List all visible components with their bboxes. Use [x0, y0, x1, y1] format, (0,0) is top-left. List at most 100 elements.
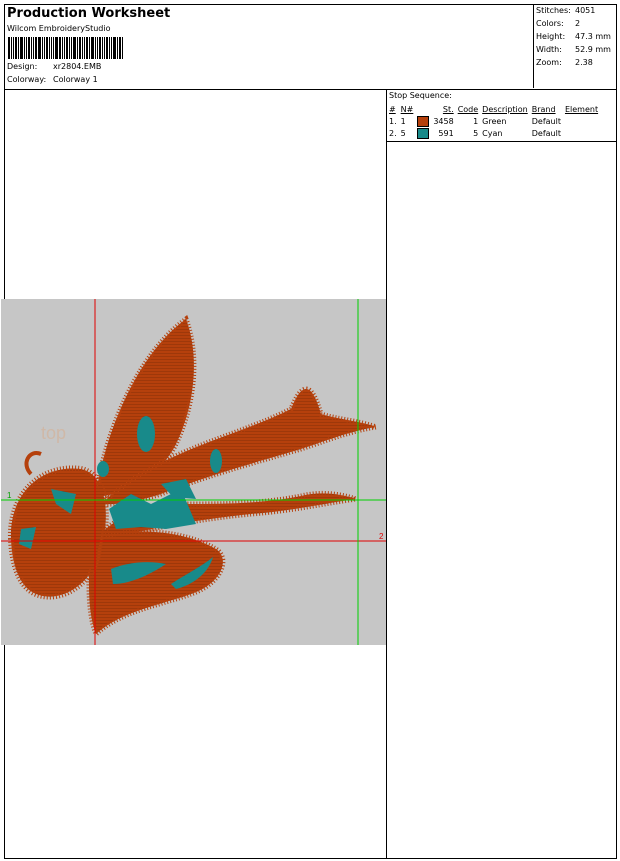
stat-zoom: Zoom: 2.38 — [536, 58, 593, 67]
page-title: Production Worksheet — [7, 6, 171, 21]
row-code: 5 — [473, 128, 479, 138]
stat-value: 2.38 — [575, 58, 593, 67]
barcode-bar — [11, 37, 12, 59]
barcode-bar — [69, 37, 70, 59]
barcode-bar — [91, 37, 94, 59]
barcode-bar — [86, 37, 88, 59]
barcode-bar — [111, 37, 112, 59]
barcode-bar — [73, 37, 76, 59]
barcode-bar — [122, 37, 123, 59]
stat-width: Width: 52.9 mm — [536, 45, 611, 54]
table-row: 2. 5 591 5 Cyan Default — [387, 127, 600, 139]
row-description: Green — [482, 116, 507, 126]
col-header: St. — [442, 104, 454, 114]
stop-sequence-panel: Stop Sequence: # N# St. Code Description… — [387, 89, 616, 142]
row-index: 2. — [389, 128, 397, 138]
row-index: 1. — [389, 116, 397, 126]
barcode-bar — [26, 37, 27, 59]
barcode-bar — [89, 37, 90, 59]
barcode-bar — [44, 37, 45, 59]
barcode-bar — [49, 37, 50, 59]
marker-1: 1 — [7, 491, 12, 500]
design-label: Design: — [7, 62, 38, 71]
barcode-bar — [84, 37, 85, 59]
stat-value: 4051 — [575, 6, 596, 15]
stat-colors: Colors: 2 — [536, 19, 580, 28]
barcode-bar — [64, 37, 65, 59]
barcode-bar — [79, 37, 81, 59]
barcode-bar — [53, 37, 54, 59]
worksheet-sheet: Production Worksheet Wilcom EmbroiderySt… — [1, 4, 617, 859]
barcode-bar — [35, 37, 37, 59]
barcode-bar — [66, 37, 68, 59]
color-swatch-icon — [417, 127, 430, 139]
barcode-bar — [31, 37, 32, 59]
barcode-bar — [106, 37, 108, 59]
barcode-icon — [8, 37, 130, 59]
row-color-swatch — [415, 127, 431, 139]
row-brand: Default — [531, 128, 561, 138]
barcode-bar — [33, 37, 34, 59]
stat-label: Colors: — [536, 19, 564, 28]
barcode-bar — [62, 37, 63, 59]
row-needle: 5 — [400, 128, 406, 138]
col-header: Description — [482, 104, 528, 114]
barcode-bar — [8, 37, 10, 59]
colorway-label: Colorway: — [7, 75, 47, 84]
barcode-bar — [24, 37, 25, 59]
marker-2: 2 — [379, 532, 384, 541]
barcode-bar — [113, 37, 116, 59]
col-header: Element — [564, 104, 599, 114]
barcode-bar — [13, 37, 14, 59]
design-value: xr2804.EMB — [53, 62, 102, 71]
stat-label: Height: — [536, 32, 566, 41]
barcode-bar — [59, 37, 61, 59]
design-preview-column: top 1 2 — [1, 89, 387, 858]
design-curl — [24, 451, 42, 476]
row-stitches: 591 — [438, 128, 454, 138]
barcode-bar — [95, 37, 96, 59]
barcode-bar — [51, 37, 52, 59]
row-brand: Default — [531, 116, 561, 126]
barcode-bar — [117, 37, 118, 59]
row-code: 1 — [473, 116, 479, 126]
row-description: Cyan — [482, 128, 503, 138]
barcode-bar — [99, 37, 101, 59]
color-swatch-icon — [417, 115, 430, 127]
design-preview: top 1 2 — [1, 299, 386, 645]
design-stats: Stitches: 4051 Colors: 2 Height: 47.3 mm Wi… — [533, 5, 617, 88]
stat-label: Width: — [536, 45, 562, 54]
barcode-bar — [20, 37, 23, 59]
barcode-bar — [102, 37, 103, 59]
barcode-bar — [119, 37, 121, 59]
barcode-bar — [46, 37, 48, 59]
row-needle: 1 — [400, 116, 406, 126]
row-element — [563, 127, 600, 139]
barcode-bar — [97, 37, 98, 59]
stat-value: 52.9 mm — [575, 45, 611, 54]
watermark-text: top — [41, 423, 66, 443]
barcode-bar — [55, 37, 58, 59]
stat-label: Stitches: — [536, 6, 571, 15]
colorway-value: Colorway 1 — [53, 75, 98, 84]
stat-label: Zoom: — [536, 58, 562, 67]
barcode-bar — [28, 37, 30, 59]
barcode-bar — [18, 37, 19, 59]
design-bottom-lobe — [86, 529, 226, 639]
barcode-bar — [109, 37, 110, 59]
row-element — [563, 115, 600, 127]
col-header — [415, 103, 431, 115]
embroidery-design-graphic: top 1 2 — [1, 299, 386, 645]
barcode-bar — [82, 37, 83, 59]
row-color-swatch — [415, 115, 431, 127]
row-stitches: 3458 — [433, 116, 454, 126]
col-header: Code — [457, 104, 479, 114]
software-name: Wilcom EmbroideryStudio — [7, 24, 111, 33]
barcode-bar — [104, 37, 105, 59]
col-header: N# — [400, 104, 414, 114]
barcode-bar — [71, 37, 72, 59]
stat-value: 2 — [575, 19, 581, 28]
col-header: Brand — [531, 104, 556, 114]
stat-stitches: Stitches: 4051 — [536, 6, 595, 15]
colorway-row: Colorway: Colorway 1 — [7, 75, 98, 84]
